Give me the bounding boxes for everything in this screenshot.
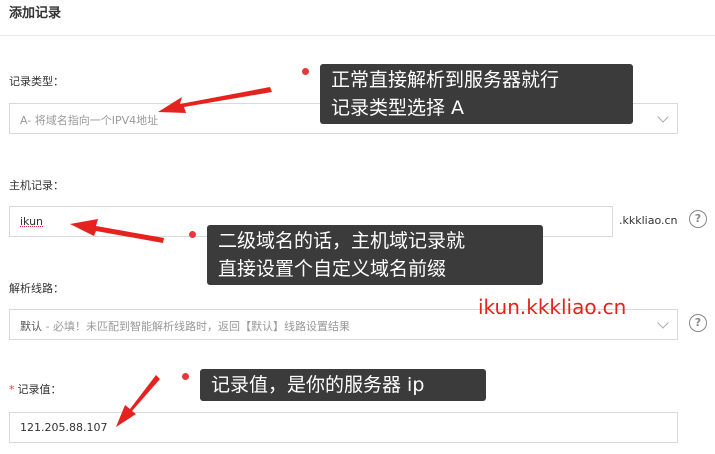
arrow-icon	[116, 375, 160, 427]
annotation-arrows	[70, 87, 272, 427]
arrow-icon	[158, 87, 272, 113]
arrow-icon	[70, 219, 164, 243]
